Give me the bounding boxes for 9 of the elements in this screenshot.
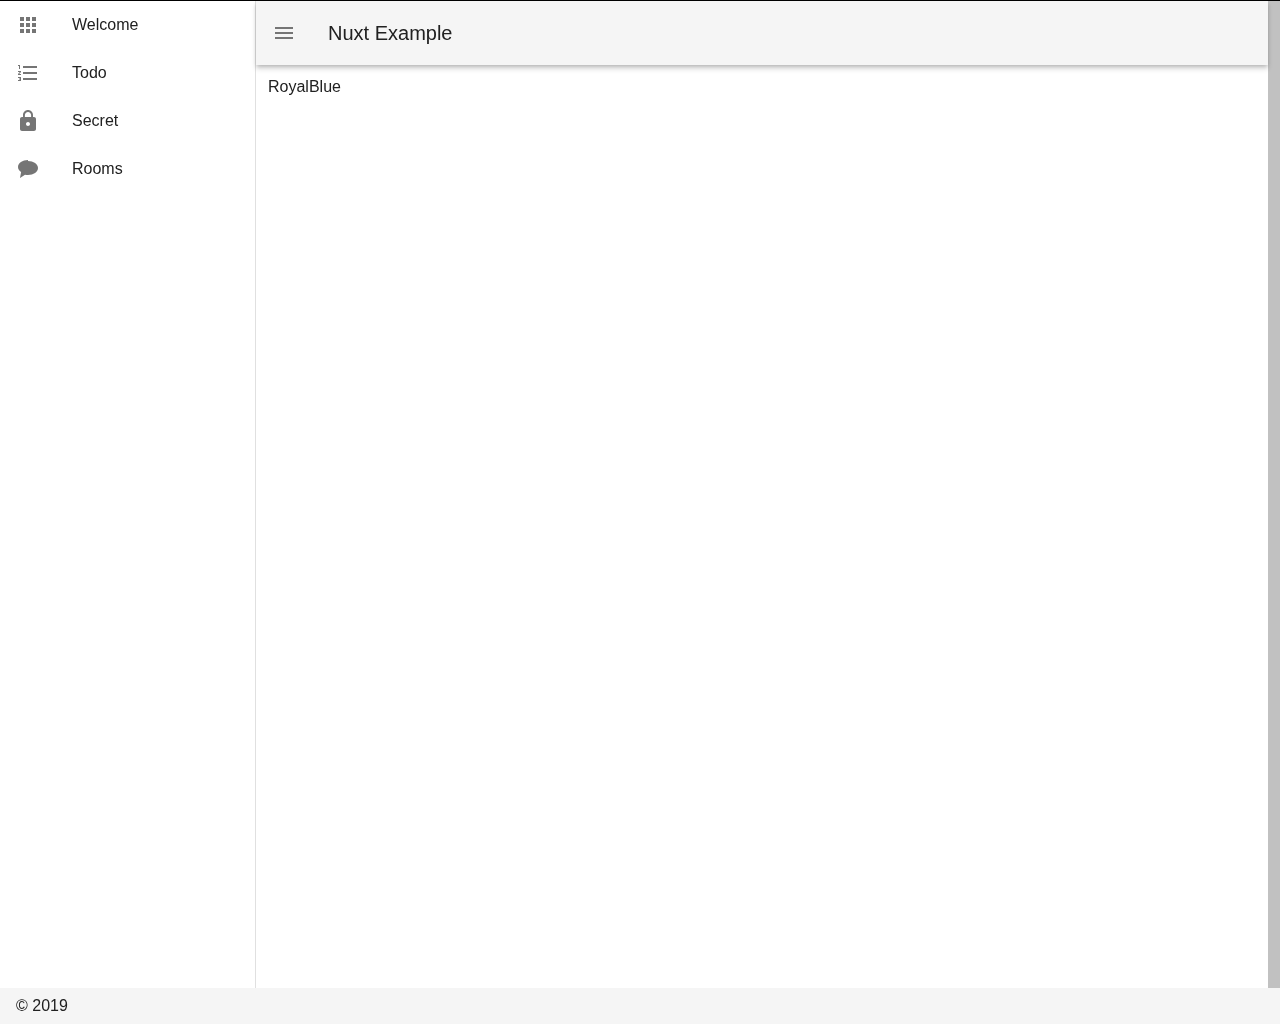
speech-bubble-icon (16, 157, 40, 181)
nav-item[interactable]: Todo (0, 49, 255, 97)
scrollbar[interactable] (1268, 1, 1280, 988)
toolbar-title: Nuxt Example (328, 21, 453, 45)
content-text: RoyalBlue (268, 78, 341, 95)
copyright-text: © 2019 (16, 997, 68, 1015)
nav-item[interactable]: Secret (0, 97, 255, 145)
nav-item[interactable]: Welcome (0, 1, 255, 49)
nav-item[interactable]: Rooms (0, 145, 255, 193)
